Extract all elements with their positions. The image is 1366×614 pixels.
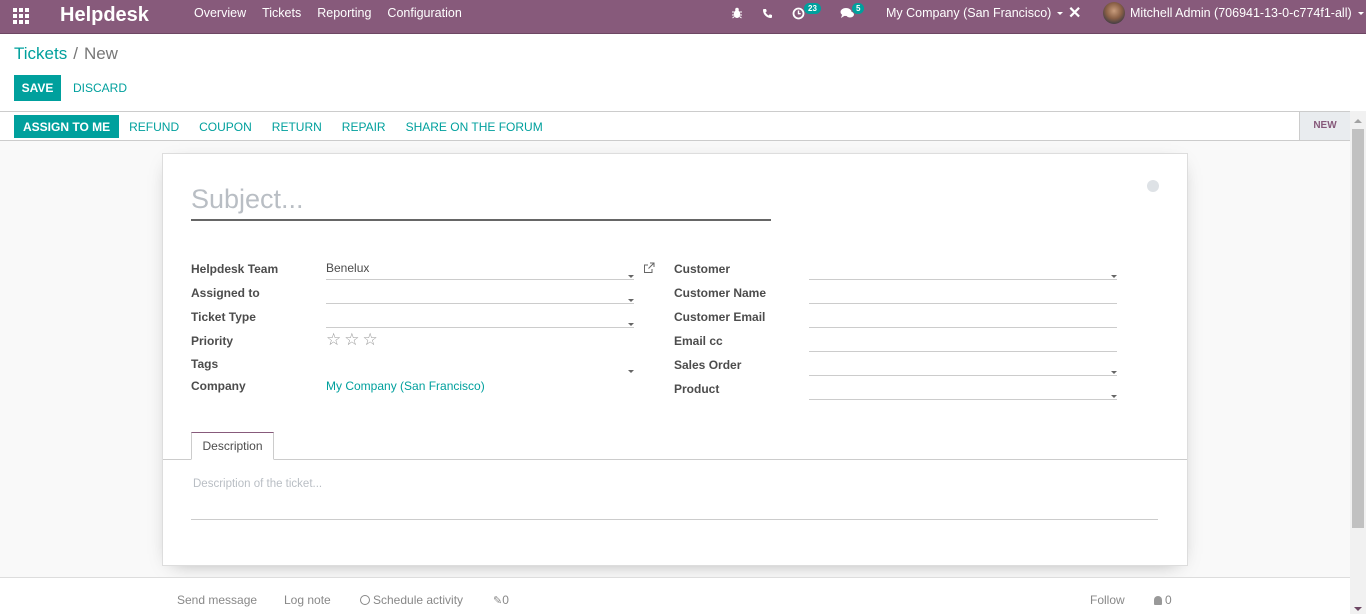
top-navbar: Helpdesk Overview Tickets Reporting Conf…	[0, 0, 1366, 34]
user-name: Mitchell Admin (706941-13-0-c774f1-all)	[1130, 6, 1352, 20]
log-note-button[interactable]: Log note	[284, 593, 331, 607]
kanban-state-indicator[interactable]	[1147, 180, 1159, 192]
main-menu: Overview Tickets Reporting Configuration	[186, 0, 470, 26]
follower-count: 0	[1165, 593, 1172, 607]
tags-field[interactable]	[326, 353, 634, 375]
header-actions: ASSIGN TO ME REFUND COUPON RETURN REPAIR…	[14, 115, 553, 138]
return-button[interactable]: RETURN	[262, 115, 332, 138]
company-label: Company	[191, 379, 246, 393]
company-switcher[interactable]: My Company (San Francisco)	[886, 0, 1064, 26]
message-count-badge: 5	[852, 3, 865, 14]
tab-description[interactable]: Description	[191, 432, 274, 460]
assigned-to-label: Assigned to	[191, 286, 260, 300]
helpdesk-team-value: Benelux	[326, 261, 370, 275]
phone-icon[interactable]	[762, 0, 773, 26]
stage-new[interactable]: NEW	[1299, 112, 1350, 140]
company-name: My Company (San Francisco)	[886, 6, 1052, 20]
save-button[interactable]: SAVE	[14, 75, 61, 101]
description-field[interactable]: Description of the ticket...	[191, 474, 1158, 520]
breadcrumb: Tickets / New	[14, 44, 118, 64]
discard-button[interactable]: DISCARD	[67, 75, 133, 101]
customer-name-label: Customer Name	[674, 286, 767, 300]
breadcrumb-current: New	[83, 44, 118, 63]
scroll-down-icon[interactable]	[1354, 607, 1362, 611]
paperclip-icon: ✎	[493, 595, 503, 607]
product-label: Product	[674, 382, 720, 396]
attachment-count: 0	[502, 593, 509, 607]
coupon-button[interactable]: COUPON	[189, 115, 262, 138]
refund-button[interactable]: REFUND	[119, 115, 189, 138]
ticket-type-field[interactable]	[326, 306, 634, 328]
helpdesk-team-field[interactable]: Benelux	[326, 258, 634, 280]
sales-order-field[interactable]	[809, 354, 1117, 376]
schedule-activity-label: Schedule activity	[373, 593, 464, 607]
attachments-button[interactable]: ✎0	[493, 593, 509, 607]
chevron-down-icon[interactable]	[628, 314, 634, 334]
clock-icon[interactable]	[792, 0, 805, 26]
clock-icon	[360, 595, 370, 605]
external-link-icon[interactable]	[643, 262, 655, 277]
sales-order-label: Sales Order	[674, 358, 742, 372]
star-icon[interactable]: ☆	[344, 331, 359, 348]
breadcrumb-separator: /	[73, 44, 78, 63]
priority-label: Priority	[191, 334, 234, 348]
email-cc-label: Email cc	[674, 334, 723, 348]
customer-email-field[interactable]	[809, 306, 1117, 328]
avatar	[1103, 2, 1125, 24]
ticket-type-label: Ticket Type	[191, 310, 256, 324]
notebook-divider	[163, 459, 1187, 460]
follow-button[interactable]: Follow	[1090, 593, 1125, 607]
assigned-to-field[interactable]	[326, 282, 634, 304]
menu-configuration[interactable]: Configuration	[379, 0, 469, 26]
chevron-down-icon[interactable]	[628, 361, 634, 381]
chevron-down-icon	[1357, 11, 1364, 15]
repair-button[interactable]: REPAIR	[332, 115, 396, 138]
page-scrollbar[interactable]	[1350, 111, 1366, 614]
apps-grid-icon[interactable]	[13, 8, 31, 24]
form-sheet: Helpdesk Team Benelux Assigned to Ticket…	[162, 153, 1188, 566]
scroll-up-icon[interactable]	[1354, 119, 1362, 123]
send-message-button[interactable]: Send message	[177, 593, 257, 607]
chatter-topbar: Send message Log note Schedule activity …	[0, 577, 1350, 614]
priority-stars: ☆ ☆ ☆	[326, 331, 381, 348]
product-field[interactable]	[809, 378, 1117, 400]
share-on-forum-button[interactable]: SHARE ON THE FORUM	[396, 115, 553, 138]
email-cc-field[interactable]	[809, 330, 1117, 352]
star-icon[interactable]: ☆	[326, 331, 341, 348]
activity-count-badge: 23	[804, 3, 821, 14]
customer-name-field[interactable]	[809, 282, 1117, 304]
menu-tickets[interactable]: Tickets	[254, 0, 309, 26]
user-menu[interactable]: Mitchell Admin (706941-13-0-c774f1-all)	[1103, 0, 1364, 26]
assign-to-me-button[interactable]: ASSIGN TO ME	[14, 115, 120, 138]
customer-field[interactable]	[809, 258, 1117, 280]
user-icon	[1154, 596, 1162, 605]
menu-overview[interactable]: Overview	[186, 0, 254, 26]
subject-input[interactable]	[191, 180, 771, 221]
app-brand[interactable]: Helpdesk	[60, 2, 149, 28]
schedule-activity-button[interactable]: Schedule activity	[360, 593, 463, 607]
chevron-down-icon[interactable]	[1111, 386, 1117, 406]
helpdesk-team-label: Helpdesk Team	[191, 262, 279, 276]
customer-label: Customer	[674, 262, 731, 276]
star-icon[interactable]: ☆	[363, 331, 378, 348]
followers-button[interactable]: 0	[1154, 593, 1172, 607]
company-link[interactable]: My Company (San Francisco)	[326, 378, 485, 394]
close-icon[interactable]: ✕	[1068, 0, 1081, 26]
chevron-down-icon	[1057, 11, 1064, 15]
statusbar: ASSIGN TO ME REFUND COUPON RETURN REPAIR…	[0, 111, 1350, 141]
scrollbar-thumb[interactable]	[1352, 129, 1364, 528]
bug-icon[interactable]	[731, 0, 743, 26]
breadcrumb-tickets[interactable]: Tickets	[14, 44, 67, 63]
tags-label: Tags	[191, 357, 219, 371]
menu-reporting[interactable]: Reporting	[309, 0, 379, 26]
customer-email-label: Customer Email	[674, 310, 766, 324]
